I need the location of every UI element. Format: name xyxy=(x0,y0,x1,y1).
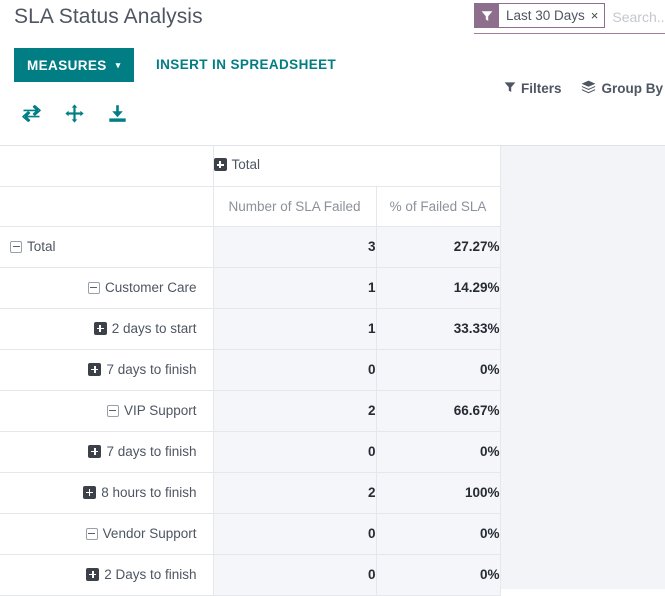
measures-button[interactable]: MEASURES ▾ xyxy=(14,48,134,82)
insert-in-spreadsheet-button[interactable]: INSERT IN SPREADSHEET xyxy=(156,57,336,72)
value-cell[interactable]: 0 xyxy=(213,349,377,391)
row-header-label: 8 hours to finish xyxy=(101,485,197,500)
measure-header-pct-of-failed-sla[interactable]: % of Failed SLA xyxy=(376,186,501,227)
value-cell[interactable]: 0% xyxy=(376,513,501,555)
chevron-down-icon: ▾ xyxy=(115,59,121,70)
table-row: Vendor Support 0 0% xyxy=(0,513,501,555)
table-row: 8 hours to finish 2 100% xyxy=(0,472,501,514)
measure-header-row: Number of SLA Failed % of Failed SLA xyxy=(0,186,501,227)
expand-column-group-icon[interactable] xyxy=(213,158,227,172)
value-cell[interactable]: 100% xyxy=(376,472,501,514)
value-cell[interactable]: 1 xyxy=(213,308,377,350)
pivot-table-region: Total Number of SLA Failed % of Failed S… xyxy=(0,145,665,596)
row-header-label: Customer Care xyxy=(104,280,197,295)
expand-row-icon[interactable] xyxy=(93,322,107,335)
group-by-label: Group By xyxy=(601,81,663,96)
row-header-cell[interactable]: VIP Support xyxy=(0,390,214,432)
table-row: 7 days to finish 0 0% xyxy=(0,349,501,391)
row-header-cell[interactable]: 7 days to finish xyxy=(0,349,214,391)
pivot-corner-cell-lower xyxy=(0,186,214,227)
collapse-row-icon[interactable] xyxy=(106,404,119,417)
row-header-label: 2 Days to finish xyxy=(104,567,197,582)
group-by-button[interactable]: Group By xyxy=(581,80,665,97)
table-row: Total 3 27.27% xyxy=(0,226,501,268)
value-cell[interactable]: 2 xyxy=(213,390,377,432)
value-cell[interactable]: 0% xyxy=(376,431,501,473)
row-header-cell[interactable]: 7 days to finish xyxy=(0,431,214,473)
facet-last-30-days[interactable]: Last 30 Days × xyxy=(474,3,606,28)
pivot-table-body: Total 3 27.27% Customer Care 1 14.29% 2 days t… xyxy=(0,226,501,596)
filter-funnel-icon xyxy=(475,4,499,27)
value-cell[interactable]: 0 xyxy=(213,431,377,473)
layers-icon xyxy=(581,80,596,97)
value-cell[interactable]: 0% xyxy=(376,349,501,391)
search-bar[interactable]: Last 30 Days × xyxy=(474,3,665,34)
value-cell[interactable]: 1 xyxy=(213,267,377,309)
row-header-label: 2 days to start xyxy=(111,321,197,336)
value-cell[interactable]: 2 xyxy=(213,472,377,514)
collapse-row-icon[interactable] xyxy=(87,281,100,294)
row-header-label: Total xyxy=(27,239,56,254)
close-icon[interactable]: × xyxy=(590,4,605,27)
table-row: Customer Care 1 14.29% xyxy=(0,267,501,309)
table-row: VIP Support 2 66.67% xyxy=(0,390,501,432)
pivot-corner-cell xyxy=(0,146,214,187)
row-header-label: VIP Support xyxy=(123,403,197,418)
expand-row-icon[interactable] xyxy=(86,568,100,581)
expand-row-icon[interactable] xyxy=(83,486,97,499)
column-group-row: Total xyxy=(0,146,501,187)
facet-label: Last 30 Days xyxy=(506,8,585,23)
table-row: 7 days to finish 0 0% xyxy=(0,431,501,473)
value-cell[interactable]: 66.67% xyxy=(376,390,501,432)
row-header-cell[interactable]: 2 days to start xyxy=(0,308,214,350)
value-cell[interactable]: 33.33% xyxy=(376,308,501,350)
column-group-label: Total xyxy=(231,157,261,173)
row-header-label: 7 days to finish xyxy=(106,444,197,459)
pivot-icon-toolbar xyxy=(22,104,127,126)
filter-funnel-icon xyxy=(504,81,516,96)
row-header-cell[interactable]: Vendor Support xyxy=(0,513,214,555)
row-header-cell[interactable]: 8 hours to finish xyxy=(0,472,214,514)
filters-button[interactable]: Filters xyxy=(504,81,562,96)
pivot-table-head: Total Number of SLA Failed % of Failed S… xyxy=(0,146,501,227)
filter-controls: Filters Group By xyxy=(504,80,665,97)
row-header-cell[interactable]: Customer Care xyxy=(0,267,214,309)
value-cell[interactable]: 3 xyxy=(213,226,377,268)
row-header-cell[interactable]: Total xyxy=(0,226,214,268)
table-row: 2 days to start 1 33.33% xyxy=(0,308,501,350)
flip-axis-icon[interactable] xyxy=(22,104,41,126)
expand-row-icon[interactable] xyxy=(88,445,102,458)
pivot-table: Total Number of SLA Failed % of Failed S… xyxy=(0,146,501,596)
collapse-row-icon[interactable] xyxy=(10,240,22,253)
filters-label: Filters xyxy=(520,81,562,96)
row-header-label: Vendor Support xyxy=(102,526,197,541)
search-input[interactable] xyxy=(605,3,665,30)
measure-header-number-of-sla-failed[interactable]: Number of SLA Failed xyxy=(213,186,377,227)
expand-all-icon[interactable] xyxy=(65,104,84,126)
expand-row-icon[interactable] xyxy=(88,363,102,376)
collapse-row-icon[interactable] xyxy=(85,527,98,540)
measures-button-label: MEASURES xyxy=(27,57,107,73)
control-panel: SLA Status Analysis Last 30 Days × MEASU… xyxy=(0,0,665,145)
value-cell[interactable]: 0 xyxy=(213,513,377,555)
value-cell[interactable]: 14.29% xyxy=(376,267,501,309)
column-group-total[interactable]: Total xyxy=(213,146,501,187)
value-cell[interactable]: 27.27% xyxy=(376,226,501,268)
download-icon[interactable] xyxy=(108,104,127,126)
row-header-label: 7 days to finish xyxy=(106,362,197,377)
page-title: SLA Status Analysis xyxy=(14,5,203,28)
